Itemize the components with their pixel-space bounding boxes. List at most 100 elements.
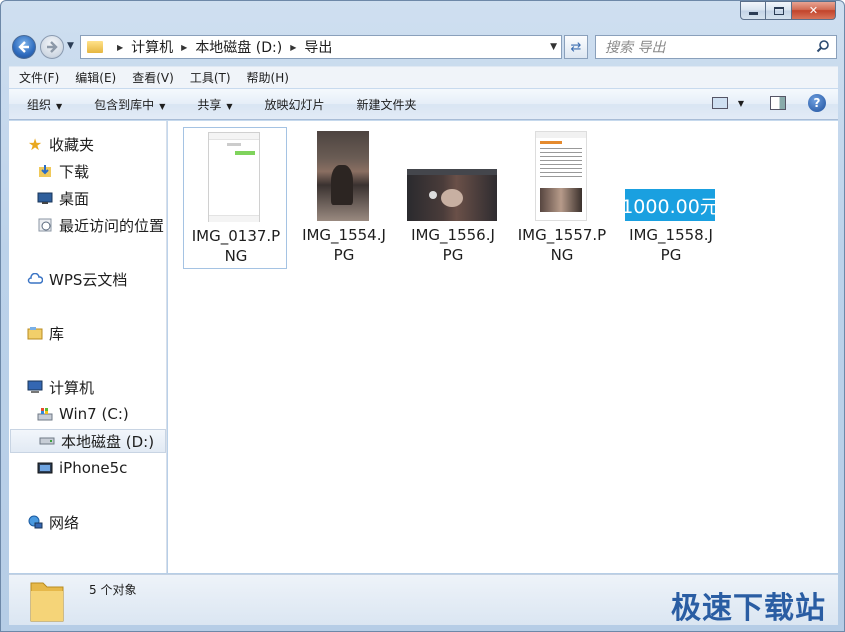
chevron-right-icon[interactable]: ▶ <box>290 43 296 52</box>
address-dropdown-icon[interactable]: ▼ <box>550 42 557 52</box>
share-label: 共享 <box>197 97 222 112</box>
maximize-button[interactable] <box>766 1 792 20</box>
address-bar[interactable]: ▶ 计算机 ▶ 本地磁盘 (D:) ▶ 导出 ▼ <box>80 35 562 59</box>
item-count: 5 个对象 <box>89 583 137 597</box>
nav-iphone[interactable]: iPhone5c <box>37 456 127 480</box>
file-name: IMG_1556.J PG <box>401 225 505 265</box>
nav-iphone-label: iPhone5c <box>59 459 128 477</box>
status-bar: 5 个对象 极速下载站 <box>9 574 838 626</box>
file-list: IMG_0137.P NG IMG_1554.J PG IMG_1556.J P… <box>168 121 838 573</box>
search-icon[interactable] <box>816 39 830 57</box>
breadcrumb-computer[interactable]: 计算机 <box>131 37 173 57</box>
help-icon[interactable]: ? <box>808 94 826 112</box>
file-thumbnail <box>535 131 587 221</box>
command-bar: 组织 ▼ 包含到库中 ▼ 共享 ▼ 放映幻灯片 新建文件夹 ▼ ? <box>9 89 838 120</box>
file-name-line1: IMG_1557.P <box>517 226 607 244</box>
file-thumbnail <box>208 132 260 222</box>
cloud-icon <box>27 271 43 287</box>
new-folder-button[interactable]: 新建文件夹 <box>339 96 431 113</box>
search-input[interactable]: 搜索 导出 <box>595 35 837 59</box>
nav-computer-label: 计算机 <box>49 378 95 397</box>
nav-win7-label: Win7 (C:) <box>59 405 129 423</box>
include-library-button[interactable]: 包含到库中 ▼ <box>76 96 179 113</box>
nav-recent-label: 最近访问的位置 <box>59 216 165 235</box>
organize-label: 组织 <box>27 97 52 112</box>
nav-local-disk-d[interactable]: 本地磁盘 (D:) <box>10 429 166 453</box>
file-item[interactable]: IMG_1554.J PG <box>292 127 396 269</box>
desktop-icon <box>37 190 53 206</box>
refresh-icon: ⇄ <box>570 39 582 55</box>
breadcrumb-export[interactable]: 导出 <box>304 37 332 57</box>
explorer-window: ✕ ▼ ▶ 计算机 ▶ 本地磁盘 (D:) ▶ 导出 ▼ ⇄ 搜索 导出 文件(… <box>0 0 845 632</box>
recent-places-icon <box>37 217 53 233</box>
new-folder-label: 新建文件夹 <box>356 97 417 112</box>
back-button[interactable] <box>12 35 36 59</box>
watermark-text: 极速下载站 <box>671 591 826 626</box>
menu-view[interactable]: 查看(V) <box>122 69 180 86</box>
include-library-label: 包含到库中 <box>94 97 155 112</box>
file-item[interactable]: IMG_1556.J PG <box>401 127 505 269</box>
nav-libraries[interactable]: 库 <box>27 321 64 345</box>
file-name-line1: IMG_0137.P <box>191 227 281 245</box>
menu-help[interactable]: 帮助(H) <box>237 69 295 86</box>
nav-downloads-label: 下载 <box>59 162 90 181</box>
file-name-line1: IMG_1558.J <box>629 226 713 244</box>
change-view-icon[interactable] <box>711 97 728 109</box>
chevron-right-icon[interactable]: ▶ <box>117 43 123 52</box>
file-name-line2: PG <box>442 246 464 264</box>
chevron-down-icon: ▼ <box>56 101 63 111</box>
drive-icon <box>39 433 55 449</box>
chevron-down-icon: ▼ <box>159 101 166 111</box>
nav-win7-drive[interactable]: Win7 (C:) <box>37 402 129 426</box>
file-name-line2: NG <box>550 246 574 264</box>
caption-buttons: ✕ <box>740 1 836 20</box>
file-name-line2: PG <box>333 246 355 264</box>
nav-network-label: 网络 <box>49 513 80 532</box>
menu-tools[interactable]: 工具(T) <box>180 69 237 86</box>
refresh-button[interactable]: ⇄ <box>564 35 588 59</box>
forward-arrow-icon <box>47 41 58 53</box>
slideshow-button[interactable]: 放映幻灯片 <box>247 96 339 113</box>
share-button[interactable]: 共享 ▼ <box>179 96 246 113</box>
folder-icon <box>29 579 65 623</box>
file-thumbnail <box>317 131 369 221</box>
view-dropdown-icon[interactable]: ▼ <box>738 99 744 108</box>
nav-desktop[interactable]: 桌面 <box>37 186 89 210</box>
organize-button[interactable]: 组织 ▼ <box>9 96 76 113</box>
computer-icon <box>27 379 43 395</box>
back-arrow-icon <box>18 41 29 53</box>
menu-file[interactable]: 文件(F) <box>9 69 65 86</box>
chevron-right-icon[interactable]: ▶ <box>181 43 187 52</box>
library-icon <box>27 325 43 341</box>
nav-network[interactable]: 网络 <box>27 510 79 534</box>
file-name: IMG_0137.P NG <box>184 226 288 266</box>
nav-downloads[interactable]: 下载 <box>37 159 89 183</box>
nav-computer[interactable]: 计算机 <box>27 375 94 399</box>
nav-favorites[interactable]: ★ 收藏夹 <box>27 132 94 156</box>
forward-button[interactable] <box>40 35 64 59</box>
downloads-icon <box>37 163 53 179</box>
nav-local-disk-label: 本地磁盘 (D:) <box>61 432 155 451</box>
file-item[interactable]: IMG_1557.P NG <box>510 127 614 269</box>
history-dropdown-icon[interactable]: ▼ <box>67 41 74 51</box>
file-item[interactable]: 1000.00元 IMG_1558.J PG <box>619 127 723 269</box>
file-item[interactable]: IMG_0137.P NG <box>183 127 287 269</box>
file-name: IMG_1554.J PG <box>292 225 396 265</box>
breadcrumb-drive-d[interactable]: 本地磁盘 (D:) <box>195 37 282 57</box>
nav-recent[interactable]: 最近访问的位置 <box>37 213 164 237</box>
file-thumbnail: 1000.00元 <box>621 189 719 221</box>
nav-libraries-label: 库 <box>49 324 65 343</box>
preview-pane-icon[interactable] <box>770 96 786 110</box>
file-name-line1: IMG_1554.J <box>302 226 386 244</box>
close-button[interactable]: ✕ <box>792 1 836 20</box>
nav-wps[interactable]: WPS云文档 <box>27 267 127 291</box>
file-name-line1: IMG_1556.J <box>411 226 495 244</box>
menu-edit[interactable]: 编辑(E) <box>65 69 122 86</box>
minimize-button[interactable] <box>740 1 766 20</box>
maximize-icon <box>773 6 784 15</box>
close-icon: ✕ <box>808 4 819 17</box>
slideshow-label: 放映幻灯片 <box>264 97 325 112</box>
search-placeholder: 搜索 导出 <box>605 40 666 56</box>
file-name-line2: PG <box>660 246 682 264</box>
nav-desktop-label: 桌面 <box>59 189 90 208</box>
